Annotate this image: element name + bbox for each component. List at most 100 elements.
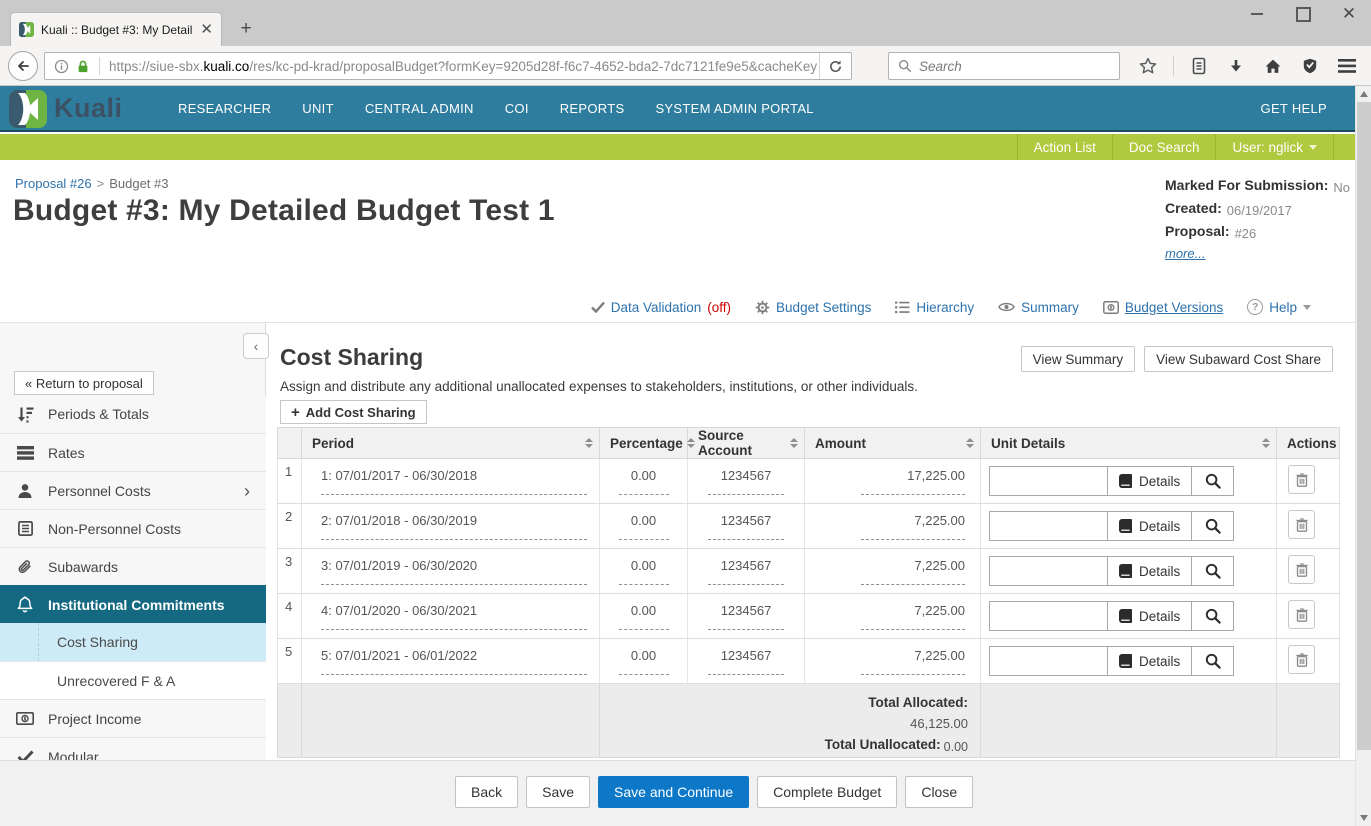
window-maximize-button[interactable] <box>1295 6 1311 22</box>
details-button[interactable]: Details <box>1107 556 1192 586</box>
sort-icon[interactable] <box>581 438 593 448</box>
nav-central-admin[interactable]: CENTRAL ADMIN <box>365 101 474 116</box>
details-button[interactable]: Details <box>1107 601 1192 631</box>
details-button[interactable]: Details <box>1107 466 1192 496</box>
nav-reports[interactable]: REPORTS <box>560 101 625 116</box>
delete-row-button[interactable] <box>1288 645 1315 674</box>
amount-field[interactable]: 7,225.00 <box>861 603 965 630</box>
complete-budget-button[interactable]: Complete Budget <box>757 776 897 808</box>
unit-details-input[interactable] <box>989 601 1107 631</box>
lookup-button[interactable] <box>1192 511 1234 541</box>
scrollbar-down-icon[interactable] <box>1360 815 1368 821</box>
sort-icon[interactable] <box>1258 438 1270 448</box>
details-button[interactable]: Details <box>1107 511 1192 541</box>
back-button[interactable]: Back <box>455 776 518 808</box>
https-lock-icon[interactable] <box>76 59 90 74</box>
add-cost-sharing-button[interactable]: + Add Cost Sharing <box>280 400 427 424</box>
nav-coi[interactable]: COI <box>505 101 529 116</box>
source-account-field[interactable]: 1234567 <box>708 558 784 585</box>
bookmark-star-icon[interactable] <box>1136 53 1160 79</box>
period-header[interactable]: Period <box>302 428 600 459</box>
window-minimize-button[interactable] <box>1249 6 1265 22</box>
unit-details-input[interactable] <box>989 556 1107 586</box>
nav-researcher[interactable]: RESEARCHER <box>178 101 271 116</box>
save-and-continue-button[interactable]: Save and Continue <box>598 776 749 808</box>
hierarchy-link[interactable]: Hierarchy <box>895 300 974 315</box>
doc-search-link[interactable]: Doc Search <box>1112 134 1216 160</box>
delete-row-button[interactable] <box>1288 465 1315 494</box>
view-summary-button[interactable]: View Summary <box>1021 346 1136 372</box>
amount-field[interactable]: 7,225.00 <box>861 558 965 585</box>
percentage-field[interactable]: 0.00 <box>619 648 669 675</box>
source-account-field[interactable]: 1234567 <box>708 513 784 540</box>
view-subaward-cost-share-button[interactable]: View Subaward Cost Share <box>1144 346 1333 372</box>
url-bar[interactable]: https://siue-sbx.kuali.co/res/kc-pd-krad… <box>44 52 852 80</box>
return-to-proposal-button[interactable]: « Return to proposal <box>14 371 154 395</box>
delete-row-button[interactable] <box>1288 600 1315 629</box>
sidebar-item-project-income[interactable]: Project Income <box>0 699 266 737</box>
period-field[interactable]: 1: 07/01/2017 - 06/30/2018 <box>321 468 587 495</box>
more-link[interactable]: more... <box>1165 246 1205 261</box>
lookup-button[interactable] <box>1192 466 1234 496</box>
source-account-field[interactable]: 1234567 <box>708 468 784 495</box>
unit-details-input[interactable] <box>989 646 1107 676</box>
percentage-field[interactable]: 0.00 <box>619 468 669 495</box>
percentage-header[interactable]: Percentage <box>600 428 688 459</box>
sidebar-item-periods-totals[interactable]: Periods & Totals <box>0 395 266 433</box>
help-menu[interactable]: ? Help <box>1247 299 1311 315</box>
source-account-field[interactable]: 1234567 <box>708 648 784 675</box>
sidebar-item-cost-sharing[interactable]: Cost Sharing <box>0 623 266 661</box>
window-close-button[interactable]: ✕ <box>1341 6 1357 22</box>
sidebar-item-subawards[interactable]: Subawards <box>0 547 266 585</box>
search-bar[interactable] <box>888 52 1120 80</box>
lookup-button[interactable] <box>1192 601 1234 631</box>
collapse-sidebar-button[interactable]: ‹ <box>243 333 269 359</box>
unit-details-input[interactable] <box>989 466 1107 496</box>
action-list-link[interactable]: Action List <box>1017 134 1112 160</box>
home-icon[interactable] <box>1261 53 1285 79</box>
sidebar-item-personnel-costs[interactable]: Personnel Costs › <box>0 471 266 509</box>
details-button[interactable]: Details <box>1107 646 1192 676</box>
unit-details-input[interactable] <box>989 511 1107 541</box>
tab-close-icon[interactable]: ✕ <box>200 22 213 37</box>
amount-field[interactable]: 7,225.00 <box>861 648 965 675</box>
data-validation-link[interactable]: Data Validation (off) <box>591 300 731 315</box>
scrollbar-up-icon[interactable] <box>1360 91 1368 97</box>
percentage-field[interactable]: 0.00 <box>619 603 669 630</box>
percentage-field[interactable]: 0.00 <box>619 513 669 540</box>
breadcrumb-proposal-link[interactable]: Proposal #26 <box>15 176 92 191</box>
lookup-button[interactable] <box>1192 556 1234 586</box>
delete-row-button[interactable] <box>1288 555 1315 584</box>
sort-icon[interactable] <box>786 438 798 448</box>
browser-tab[interactable]: Kuali :: Budget #3: My Detail ✕ <box>10 12 222 46</box>
back-navigation-button[interactable] <box>8 51 38 81</box>
period-field[interactable]: 3: 07/01/2019 - 06/30/2020 <box>321 558 587 585</box>
period-field[interactable]: 5: 07/01/2021 - 06/01/2022 <box>321 648 587 675</box>
budget-versions-link[interactable]: Budget Versions <box>1103 300 1223 315</box>
site-info-icon[interactable] <box>54 59 69 74</box>
percentage-field[interactable]: 0.00 <box>619 558 669 585</box>
amount-field[interactable]: 17,225.00 <box>861 468 965 495</box>
amount-header[interactable]: Amount <box>805 428 981 459</box>
sidebar-item-institutional-commitments[interactable]: Institutional Commitments <box>0 585 266 623</box>
sort-icon[interactable] <box>962 438 974 448</box>
amount-field[interactable]: 7,225.00 <box>861 513 965 540</box>
sidebar-item-rates[interactable]: Rates <box>0 433 266 471</box>
nav-unit[interactable]: UNIT <box>302 101 334 116</box>
nav-system-admin-portal[interactable]: SYSTEM ADMIN PORTAL <box>655 101 813 116</box>
sort-icon[interactable] <box>683 438 695 448</box>
lookup-button[interactable] <box>1192 646 1234 676</box>
source-account-field[interactable]: 1234567 <box>708 603 784 630</box>
sidebar-item-unrecovered-fa[interactable]: Unrecovered F & A <box>0 661 266 699</box>
reload-icon[interactable] <box>819 53 851 79</box>
downloads-icon[interactable] <box>1224 53 1248 79</box>
bookmarks-list-icon[interactable] <box>1187 53 1211 79</box>
delete-row-button[interactable] <box>1288 510 1315 539</box>
new-tab-button[interactable]: + <box>234 17 258 41</box>
page-scrollbar[interactable] <box>1355 86 1371 826</box>
shield-icon[interactable] <box>1298 53 1322 79</box>
close-button[interactable]: Close <box>905 776 973 808</box>
user-menu[interactable]: User: nglick <box>1215 134 1333 160</box>
period-field[interactable]: 4: 07/01/2020 - 06/30/2021 <box>321 603 587 630</box>
sidebar-item-non-personnel-costs[interactable]: Non-Personnel Costs <box>0 509 266 547</box>
